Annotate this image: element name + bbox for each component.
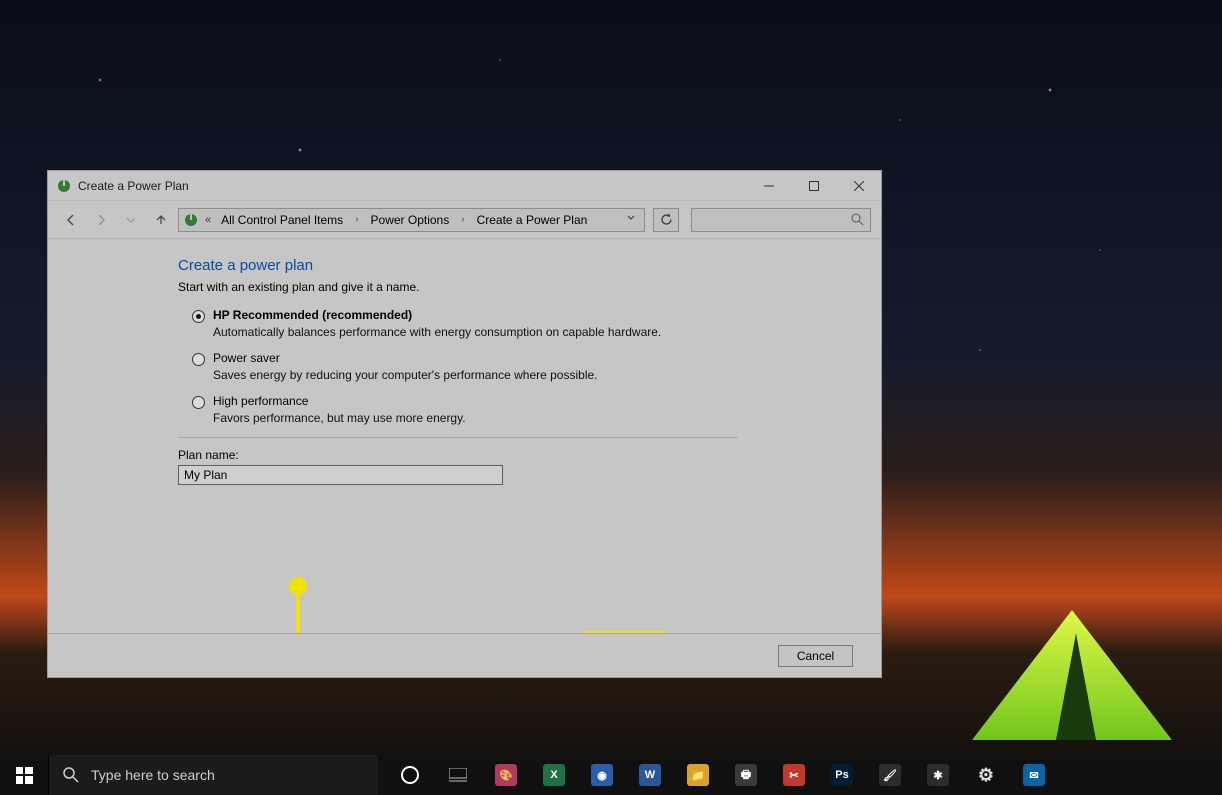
paint-legacy-icon: 🎨 xyxy=(495,764,517,786)
taskbar-app-file-explorer[interactable]: 📁 xyxy=(674,755,722,795)
refresh-icon xyxy=(660,213,673,226)
plan-option-hp[interactable]: HP Recommended (recommended) xyxy=(192,308,861,323)
taskbar-search[interactable]: Type here to search xyxy=(48,755,378,795)
refresh-button[interactable] xyxy=(653,208,679,232)
cortana-icon xyxy=(401,766,419,784)
paint-icon: 🖌 xyxy=(879,764,901,786)
window-controls xyxy=(746,171,881,200)
taskbar-app-outlook[interactable]: ✉ xyxy=(1010,755,1058,795)
taskbar-app-cortana[interactable] xyxy=(386,755,434,795)
slack-icon: ✱ xyxy=(927,764,949,786)
annotation-dot xyxy=(289,577,307,595)
task-view-icon xyxy=(449,768,467,782)
address-bar[interactable]: « All Control Panel Items › Power Option… xyxy=(178,208,645,232)
plan-label: Power saver xyxy=(213,351,280,365)
taskbar-app-excel[interactable]: X xyxy=(530,755,578,795)
photoshop-icon: Ps xyxy=(831,764,853,786)
chevron-down-icon xyxy=(627,214,635,222)
taskbar-app-snip[interactable]: ✂ xyxy=(770,755,818,795)
start-button[interactable] xyxy=(0,755,48,795)
taskbar-app-slack[interactable]: ✱ xyxy=(914,755,962,795)
chrome-icon: ◉ xyxy=(591,764,613,786)
breadcrumb-separator-icon: › xyxy=(459,214,466,225)
taskbar-app-task-view[interactable] xyxy=(434,755,482,795)
outlook-icon: ✉ xyxy=(1023,764,1045,786)
breadcrumb-item[interactable]: All Control Panel Items xyxy=(217,213,347,227)
close-button[interactable] xyxy=(836,171,881,200)
arrow-left-icon xyxy=(64,213,78,227)
taskbar-app-word[interactable]: W xyxy=(626,755,674,795)
overflow-chevron-icon: « xyxy=(205,214,211,226)
breadcrumb-item[interactable]: Create a Power Plan xyxy=(473,213,592,227)
dialog-footer: Cancel xyxy=(48,633,881,677)
page-subheading: Start with an existing plan and give it … xyxy=(178,280,861,294)
address-dropdown[interactable] xyxy=(622,214,640,225)
close-icon xyxy=(854,181,864,191)
plan-description: Saves energy by reducing your computer's… xyxy=(213,368,861,382)
taskbar: Type here to search 🎨 X ◉ W 📁 🖶 ✂ Ps 🖌 ✱ ⚙ ✉ xyxy=(0,755,1222,795)
arrow-up-icon xyxy=(154,213,168,227)
plan-option-highperf[interactable]: High performance xyxy=(192,394,861,409)
up-button[interactable] xyxy=(148,207,174,233)
taskbar-search-placeholder: Type here to search xyxy=(91,767,215,783)
plan-description: Automatically balances performance with … xyxy=(213,325,861,339)
cancel-button-label: Cancel xyxy=(797,649,834,663)
content-area: Create a power plan Start with an existi… xyxy=(48,239,881,633)
chevron-down-icon xyxy=(126,215,136,225)
taskbar-app-paint[interactable]: 🖌 xyxy=(866,755,914,795)
minimize-button[interactable] xyxy=(746,171,791,200)
printer-icon: 🖶 xyxy=(735,764,757,786)
plan-label: High performance xyxy=(213,394,308,408)
window-title: Create a Power Plan xyxy=(78,179,746,193)
search-box[interactable] xyxy=(691,208,871,232)
radio-icon[interactable] xyxy=(192,353,205,366)
arrow-right-icon xyxy=(94,213,108,227)
settings-icon: ⚙ xyxy=(975,764,997,786)
history-dropdown[interactable] xyxy=(118,207,144,233)
taskbar-app-photoshop[interactable]: Ps xyxy=(818,755,866,795)
plan-name-field: Plan name: xyxy=(178,448,861,485)
forward-button[interactable] xyxy=(88,207,114,233)
taskbar-apps: 🎨 X ◉ W 📁 🖶 ✂ Ps 🖌 ✱ ⚙ ✉ xyxy=(386,755,1058,795)
snip-icon: ✂ xyxy=(783,764,805,786)
breadcrumb-separator-icon: › xyxy=(353,214,360,225)
minimize-icon xyxy=(764,181,774,191)
taskbar-app-chrome[interactable]: ◉ xyxy=(578,755,626,795)
maximize-button[interactable] xyxy=(791,171,836,200)
power-options-icon xyxy=(56,178,72,194)
plan-description: Favors performance, but may use more ene… xyxy=(213,411,861,425)
radio-icon[interactable] xyxy=(192,310,205,323)
power-options-icon xyxy=(183,212,199,228)
file-explorer-icon: 📁 xyxy=(687,764,709,786)
search-icon xyxy=(851,213,864,226)
search-icon xyxy=(63,767,79,783)
back-button[interactable] xyxy=(58,207,84,233)
titlebar: Create a Power Plan xyxy=(48,171,881,201)
radio-icon[interactable] xyxy=(192,396,205,409)
page-heading: Create a power plan xyxy=(178,257,861,274)
taskbar-app-paint-legacy[interactable]: 🎨 xyxy=(482,755,530,795)
control-panel-window: Create a Power Plan « xyxy=(47,170,882,678)
word-icon: W xyxy=(639,764,661,786)
annotation-next-highlight: Next xyxy=(583,631,667,633)
plan-option-powersaver[interactable]: Power saver xyxy=(192,351,861,366)
maximize-icon xyxy=(809,181,819,191)
plan-name-label: Plan name: xyxy=(178,448,861,462)
cancel-button[interactable]: Cancel xyxy=(778,645,853,667)
excel-icon: X xyxy=(543,764,565,786)
breadcrumb-item[interactable]: Power Options xyxy=(367,213,454,227)
divider xyxy=(178,437,738,438)
annotation-connector xyxy=(296,591,300,633)
taskbar-app-settings[interactable]: ⚙ xyxy=(962,755,1010,795)
windows-logo-icon xyxy=(16,767,33,784)
taskbar-app-printer[interactable]: 🖶 xyxy=(722,755,770,795)
nav-row: « All Control Panel Items › Power Option… xyxy=(48,201,881,239)
plan-label: HP Recommended (recommended) xyxy=(213,308,412,322)
plan-name-input[interactable] xyxy=(178,465,503,485)
